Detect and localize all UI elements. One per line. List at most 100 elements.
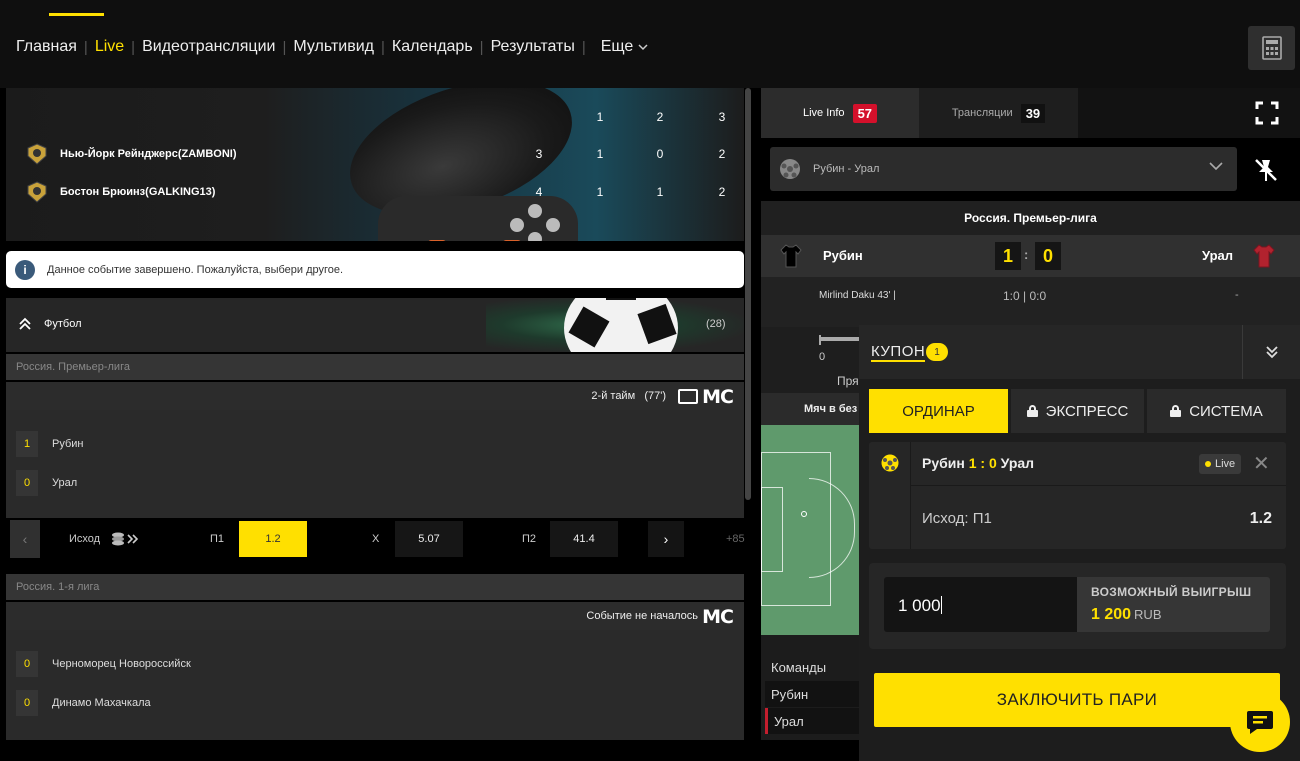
tab-streams[interactable]: Трансляции 39 <box>919 88 1078 138</box>
bet-divider <box>911 485 1286 486</box>
tab-label: ЭКСПРЕСС <box>1045 402 1129 420</box>
tv-icon[interactable] <box>678 389 698 404</box>
match-center-icon[interactable]: MC <box>702 386 734 408</box>
event-finished-notice: i Данное событие завершено. Пожалуйста, … <box>6 251 744 288</box>
football-image <box>564 298 678 352</box>
tab-count-badge: 39 <box>1020 103 1046 123</box>
nav-item-calendar[interactable]: Календарь <box>392 38 473 56</box>
live-badge: Live <box>1199 454 1242 474</box>
period-header: 1 2 3 <box>6 110 744 126</box>
match-event-row: Mirlind Daku 43' | 1:0 | 0:0 - <box>761 277 1300 327</box>
bet-card: Рубин 1 : 0 Урал Live ✕ Исход: П1 1.2 <box>869 442 1286 549</box>
home-team-name: Рубин <box>823 248 863 263</box>
left-scrollbar[interactable] <box>745 88 751 500</box>
chat-icon <box>1247 711 1273 734</box>
football-icon <box>780 159 800 179</box>
odds-prev-button[interactable]: ‹ <box>10 520 40 558</box>
league-header[interactable]: Россия. Премьер-лига <box>6 354 744 380</box>
team-list-item[interactable]: Урал <box>765 708 859 734</box>
nav-item-video[interactable]: Видеотрансляции <box>142 38 275 56</box>
possible-win-label: ВОЗМОЖНЫЙ ВЫИГРЫШ <box>1091 585 1252 599</box>
featured-match-banner[interactable]: 1 2 3 Нью-Йорк Рейнджерс(ZAMBONI) 3 1 0 … <box>6 88 744 241</box>
remove-bet-icon[interactable]: ✕ <box>1253 451 1270 476</box>
period-1-label: 1 <box>596 110 604 124</box>
nav-item-live[interactable]: Live <box>95 38 124 56</box>
match-selector-dropdown[interactable]: Рубин - Урал <box>770 147 1237 191</box>
timeline-peek: 0 Пря <box>761 327 859 393</box>
team-score: 0 <box>16 470 38 496</box>
odds-next-button[interactable]: › <box>648 521 684 557</box>
nav-item-multiview[interactable]: Мультивид <box>293 38 374 56</box>
timeline-bar <box>819 337 859 341</box>
team-name: Рубин <box>52 438 84 450</box>
collapse-up-icon[interactable] <box>18 317 32 331</box>
odd-button-p2[interactable]: 41.4 <box>550 521 618 557</box>
league-header[interactable]: Россия. 1-я лига <box>6 574 744 600</box>
sport-event-count: (28) <box>706 318 726 330</box>
tab-live-info[interactable]: Live Info 57 <box>761 88 919 138</box>
field-goal-area <box>761 487 783 572</box>
tab-single[interactable]: ОРДИНАР <box>869 389 1008 433</box>
chat-button[interactable] <box>1230 692 1290 752</box>
away-score: 0 <box>1035 242 1061 270</box>
collapse-slip-button[interactable] <box>1242 325 1300 379</box>
possible-win-value: 1 200 RUB <box>1091 606 1162 623</box>
team-total: 3 <box>535 147 543 161</box>
team-list-item[interactable]: Рубин <box>765 681 859 707</box>
team-row: 0 Черноморец Новороссийск <box>16 651 191 677</box>
tab-express[interactable]: ЭКСПРЕСС <box>1010 389 1145 433</box>
timeline-label: Пря <box>837 374 859 388</box>
away-team-name: Урал <box>1202 248 1234 263</box>
odd-label-p2: П2 <box>522 533 537 545</box>
top-navigation: Главная | Live | Видеотрансляции | Мульт… <box>0 0 1300 88</box>
fullscreen-icon[interactable] <box>1255 101 1279 125</box>
match-status-row: 2-й тайм (77') MC <box>6 382 744 410</box>
unpin-icon[interactable] <box>1253 157 1279 183</box>
bet-odd: 1.2 <box>1249 510 1272 527</box>
match-card[interactable]: 1 Рубин 0 Урал <box>6 410 744 518</box>
active-accent-bar <box>49 13 104 16</box>
nav-item-home[interactable]: Главная <box>16 38 77 56</box>
more-markets-link[interactable]: +85 <box>726 533 745 545</box>
hero-team-row: Нью-Йорк Рейнджерс(ZAMBONI) 3 1 0 2 <box>26 142 741 166</box>
team-row: 0 Динамо Махачкала <box>16 690 151 716</box>
football-icon <box>881 454 899 472</box>
main-nav: Главная | Live | Видеотрансляции | Мульт… <box>16 38 648 56</box>
bet-slip: КУПОН 1 ОРДИНАР ЭКСПРЕСС СИСТЕМА Рубин 1… <box>859 325 1300 761</box>
bet-type-tabs: ОРДИНАР ЭКСПРЕСС СИСТЕМА <box>869 389 1286 433</box>
nav-more-dropdown[interactable]: Еще <box>601 38 649 56</box>
stake-input[interactable]: 1 000 <box>884 577 1077 632</box>
match-status: Событие не началось <box>586 610 698 622</box>
nav-more-label: Еще <box>600 38 634 55</box>
calculator-button[interactable] <box>1248 26 1295 70</box>
place-bet-button[interactable]: ЗАКЛЮЧИТЬ ПАРИ <box>874 673 1280 727</box>
odd-button-p1[interactable]: 1.2 <box>239 521 307 557</box>
event-score: 1:0 | 0:0 <box>1003 289 1047 303</box>
lock-icon <box>1026 405 1038 417</box>
field-penalty-spot <box>801 511 807 517</box>
event-text: Mirlind Daku 43' | <box>819 290 896 301</box>
nav-item-results[interactable]: Результаты <box>491 38 575 56</box>
tab-label: ОРДИНАР <box>902 402 975 420</box>
nav-separator: | <box>83 38 88 56</box>
period-score: 1 <box>596 185 604 199</box>
nav-separator: | <box>381 38 385 56</box>
match-card[interactable]: 0 Черноморец Новороссийск 0 Динамо Махач… <box>6 630 744 740</box>
tab-label: Трансляции <box>951 107 1013 119</box>
stake-area: 1 000 ВОЗМОЖНЫЙ ВЫИГРЫШ 1 200 RUB <box>869 563 1286 649</box>
selected-match: Рубин - Урал <box>813 163 880 175</box>
tab-count-badge: 57 <box>852 103 878 123</box>
home-score: 1 <box>995 242 1021 270</box>
period-3-label: 3 <box>718 110 726 124</box>
period-score: 0 <box>656 147 664 161</box>
team-name: Нью-Йорк Рейнджерс(ZAMBONI) <box>60 148 237 160</box>
sport-header-football[interactable]: Футбол (28) <box>6 298 744 352</box>
odds-row: ‹ Исход П1 1.2 X 5.07 П2 41.4 › +85 <box>6 520 745 558</box>
chevron-down-icon <box>638 43 648 50</box>
odd-button-x[interactable]: 5.07 <box>395 521 463 557</box>
tab-system[interactable]: СИСТЕМА <box>1147 389 1286 433</box>
field-status: Мяч в без <box>761 393 859 425</box>
team-row: 0 Урал <box>16 470 77 496</box>
match-center-icon[interactable]: MC <box>702 606 734 628</box>
team-score: 1 <box>16 431 38 457</box>
